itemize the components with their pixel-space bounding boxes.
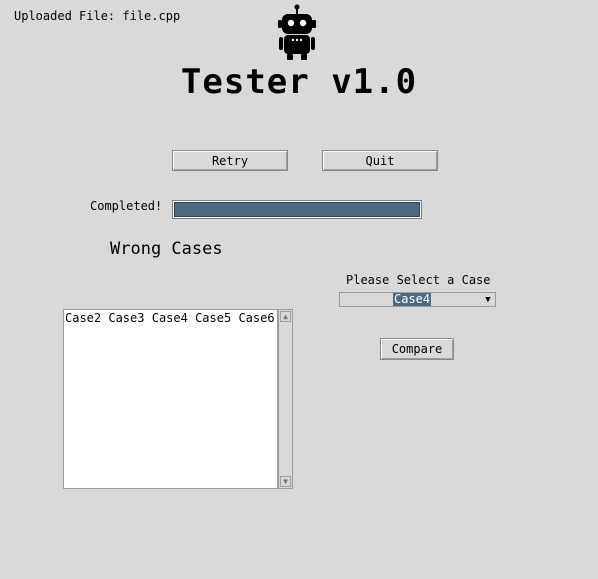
robot-icon	[273, 2, 321, 62]
case-select-label: Please Select a Case	[346, 273, 491, 287]
compare-button[interactable]: Compare	[380, 338, 454, 360]
wrong-cases-list-text: Case2 Case3 Case4 Case5 Case6	[65, 311, 275, 325]
list-item[interactable]: Case3	[108, 311, 144, 325]
case-select-value: Case4	[393, 292, 432, 306]
quit-button[interactable]: Quit	[322, 150, 438, 171]
status-label: Completed!	[90, 199, 163, 213]
scroll-up-icon[interactable]: ▲	[280, 311, 291, 322]
wrong-cases-list[interactable]: Case2 Case3 Case4 Case5 Case6	[63, 309, 278, 489]
page-title: Tester v1.0	[180, 62, 418, 102]
list-scrollbar[interactable]: ▲ ▼	[278, 309, 293, 489]
chevron-down-icon[interactable]: ▼	[483, 294, 493, 305]
scroll-down-icon[interactable]: ▼	[280, 476, 291, 487]
retry-button[interactable]: Retry	[172, 150, 288, 171]
uploaded-file-label: Uploaded File: file.cpp	[14, 9, 181, 23]
progress-bar	[172, 200, 422, 219]
progress-fill	[174, 202, 420, 217]
case-select[interactable]: Case4 ▼	[339, 292, 496, 307]
list-item[interactable]: Case5	[195, 311, 231, 325]
wrong-cases-heading: Wrong Cases	[110, 239, 223, 259]
list-item[interactable]: Case6	[238, 311, 274, 325]
list-item[interactable]: Case4	[152, 311, 188, 325]
list-item[interactable]: Case2	[65, 311, 101, 325]
